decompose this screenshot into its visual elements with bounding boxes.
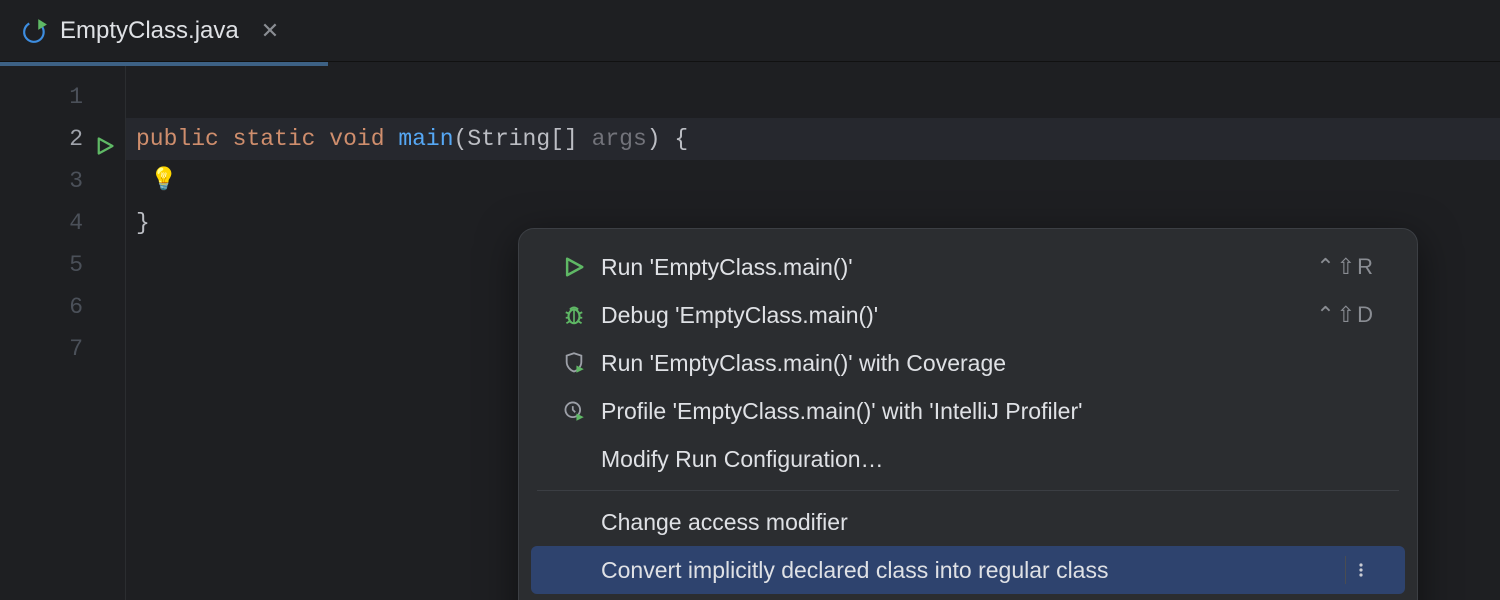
shield-run-icon	[559, 348, 589, 378]
code-line: 💡	[136, 160, 1500, 202]
gutter-line[interactable]: 7	[0, 328, 125, 370]
menu-label: Profile 'EmptyClass.main()' with 'Intell…	[601, 390, 1375, 432]
gutter-line[interactable]: 4	[0, 202, 125, 244]
run-icon	[559, 252, 589, 282]
menu-run[interactable]: Run 'EmptyClass.main()' ⌃⇧R	[531, 243, 1405, 291]
menu-debug[interactable]: Debug 'EmptyClass.main()' ⌃⇧D	[531, 291, 1405, 339]
menu-separator	[537, 490, 1399, 491]
menu-modify-run-config[interactable]: Modify Run Configuration…	[531, 435, 1405, 483]
editor-tab[interactable]: EmptyClass.java ✕	[0, 0, 301, 61]
gutter-line[interactable]: 5	[0, 244, 125, 286]
bulb-icon[interactable]: 💡	[150, 160, 177, 202]
menu-shortcut: ⌃⇧R	[1316, 246, 1375, 288]
blank-icon	[559, 507, 589, 537]
gutter-line[interactable]: 3	[0, 160, 125, 202]
code-line	[136, 76, 1500, 118]
menu-profile[interactable]: Profile 'EmptyClass.main()' with 'Intell…	[531, 387, 1405, 435]
menu-coverage[interactable]: Run 'EmptyClass.main()' with Coverage	[531, 339, 1405, 387]
menu-generate-tests[interactable]: Generate missed test methods	[531, 594, 1405, 600]
menu-change-access[interactable]: Change access modifier	[531, 498, 1405, 546]
menu-convert-class[interactable]: Convert implicitly declared class into r…	[531, 546, 1405, 594]
tab-bar: EmptyClass.java ✕	[0, 0, 1500, 62]
blank-icon	[559, 555, 589, 585]
bug-icon	[559, 300, 589, 330]
blank-icon	[559, 444, 589, 474]
code-area[interactable]: public static void main ( String[] args …	[126, 66, 1500, 600]
more-icon[interactable]	[1345, 556, 1375, 584]
context-menu: Run 'EmptyClass.main()' ⌃⇧R Debug 'Empty…	[518, 228, 1418, 600]
code-line: public static void main ( String[] args …	[126, 118, 1500, 160]
gutter-line[interactable]: 1	[0, 76, 125, 118]
menu-label: Debug 'EmptyClass.main()'	[601, 294, 1316, 336]
menu-label: Run 'EmptyClass.main()' with Coverage	[601, 342, 1375, 384]
menu-label: Change access modifier	[601, 501, 1375, 543]
gutter-line[interactable]: 2	[0, 118, 125, 160]
run-icon[interactable]	[95, 129, 115, 149]
menu-label: Modify Run Configuration…	[601, 438, 1375, 480]
java-class-run-icon	[22, 18, 48, 44]
editor: 1 2 3 4 5 6 7 public static void main ( …	[0, 66, 1500, 600]
menu-shortcut: ⌃⇧D	[1316, 294, 1375, 336]
menu-label: Run 'EmptyClass.main()'	[601, 246, 1316, 288]
tab-filename: EmptyClass.java	[60, 17, 239, 45]
gutter-line[interactable]: 6	[0, 286, 125, 328]
gutter: 1 2 3 4 5 6 7	[0, 66, 126, 600]
close-icon[interactable]: ✕	[261, 20, 279, 42]
menu-label: Convert implicitly declared class into r…	[601, 549, 1333, 591]
clock-run-icon	[559, 396, 589, 426]
